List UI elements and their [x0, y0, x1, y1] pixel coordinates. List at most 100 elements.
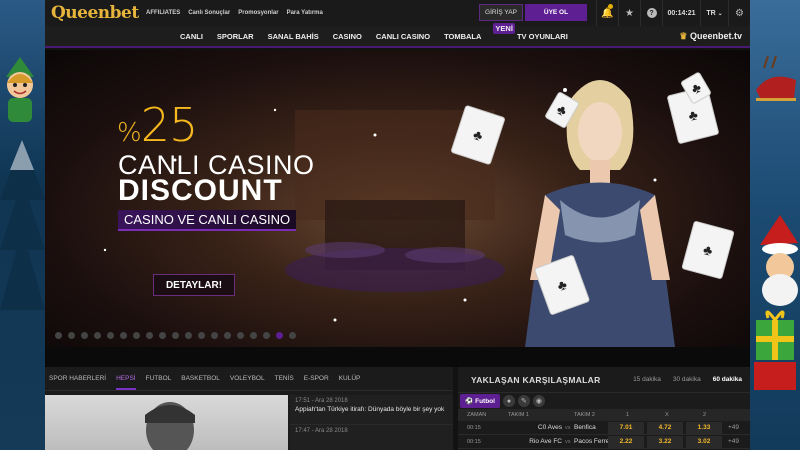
news-time: 17:51 - Ara 28 2018: [295, 398, 348, 404]
tab-tennis[interactable]: TENİS: [275, 375, 294, 382]
slider-dot[interactable]: [211, 332, 218, 339]
col-x: X: [665, 412, 669, 418]
clock: 00:14:21: [662, 0, 700, 26]
nav-tv-games[interactable]: TV OYUNLARI: [517, 32, 568, 41]
volleyball-icon[interactable]: ◉: [532, 395, 545, 407]
match-team1: C0 Aves: [537, 424, 562, 431]
slider-dot[interactable]: [159, 332, 166, 339]
slider-dot[interactable]: [276, 332, 283, 339]
filter-60[interactable]: 60 dakika: [713, 376, 742, 383]
odd-1[interactable]: 7.01: [608, 421, 644, 434]
news-tabs: SPOR HABERLERİ HEPSİ FUTBOL BASKETBOL VO…: [45, 367, 453, 391]
slider-dot[interactable]: [237, 332, 244, 339]
tab-club[interactable]: KULÜP: [339, 375, 361, 382]
slider-dot[interactable]: [146, 332, 153, 339]
upcoming-matches-panel: YAKLAŞAN KARŞILAŞMALAR 15 dakika 30 daki…: [458, 367, 750, 450]
slider-dot[interactable]: [263, 332, 270, 339]
more-markets[interactable]: +49: [728, 438, 739, 445]
filter-15[interactable]: 15 dakika: [633, 376, 661, 383]
tab-basketball[interactable]: BASKETBOL: [181, 375, 220, 382]
main-nav: CANLI SPORLAR SANAL BAHİS CASINO CANLI C…: [45, 22, 750, 48]
odd-1[interactable]: 2.22: [608, 435, 644, 448]
match-vs: vs: [565, 438, 571, 445]
tennis-icon[interactable]: ✎: [517, 395, 530, 407]
col-time: ZAMAN: [467, 412, 487, 418]
soccer-ball-icon: ⚽: [465, 398, 474, 405]
slider-dot[interactable]: [250, 332, 257, 339]
snowy-tree-decoration: [0, 140, 45, 310]
nav-virtual[interactable]: SANAL BAHİS: [268, 32, 319, 41]
language-select[interactable]: TR ⌄: [700, 0, 728, 26]
auth-buttons: GİRİŞ YAP ÜYE OL: [479, 4, 587, 21]
gear-icon[interactable]: ⚙: [728, 0, 750, 26]
tab-esports[interactable]: E-SPOR: [304, 375, 329, 382]
link-affiliates[interactable]: AFFILIATES: [146, 10, 180, 16]
link-live-results[interactable]: Canlı Sonuçlar: [188, 10, 230, 16]
elf-decoration: [6, 57, 34, 122]
new-badge: YENİ: [493, 22, 515, 34]
tab-sports-news[interactable]: SPOR HABERLERİ: [49, 375, 106, 382]
col-1: 1: [626, 412, 630, 418]
slider-dot[interactable]: [224, 332, 231, 339]
tab-football[interactable]: FUTBOL: [146, 375, 172, 382]
hero-line3: CASINO VE CANLI CASINO: [118, 210, 297, 231]
slider-dot[interactable]: [289, 332, 296, 339]
slider-dot[interactable]: [198, 332, 205, 339]
tab-futbol[interactable]: ⚽ Futbol: [460, 394, 500, 408]
news-photo[interactable]: [45, 395, 288, 450]
slider-dot[interactable]: [107, 332, 114, 339]
news-item[interactable]: 17:51 - Ara 28 2018 Appiah'tan Türkiye i…: [290, 395, 453, 425]
news-list: 17:51 - Ara 28 2018 Appiah'tan Türkiye i…: [290, 395, 453, 450]
slider-dot[interactable]: [172, 332, 179, 339]
details-button[interactable]: DETAYLAR!: [153, 274, 235, 296]
odd-x[interactable]: 4.72: [647, 421, 683, 434]
nav-live[interactable]: CANLI: [180, 32, 203, 41]
player-photo: [145, 402, 195, 450]
news-time: 17:47 - Ara 28 2018: [295, 428, 348, 434]
login-button[interactable]: GİRİŞ YAP: [479, 4, 523, 21]
link-promotions[interactable]: Promosyonlar: [238, 10, 278, 16]
register-button[interactable]: ÜYE OL: [525, 4, 587, 21]
top-links: AFFILIATES Canlı Sonuçlar Promosyonlar P…: [146, 10, 323, 16]
star-icon[interactable]: ★: [618, 0, 640, 26]
match-row[interactable]: 00:15 C0 Aves vs Benfica 7.01 4.72 1.33 …: [458, 421, 750, 435]
link-deposit[interactable]: Para Yatırma: [287, 10, 323, 16]
top-bar: Queenbet AFFILIATES Canlı Sonuçlar Promo…: [45, 0, 750, 26]
matches-header: YAKLAŞAN KARŞILAŞMALAR 15 dakika 30 daki…: [458, 367, 750, 393]
hero-line2: DISCOUNT: [118, 174, 283, 207]
match-row[interactable]: 00:15 Rio Ave FC vs Pacos Ferreira 2.22 …: [458, 435, 750, 449]
nav-casino[interactable]: CASINO: [333, 32, 362, 41]
sport-tabs: ⚽ Futbol ● ✎ ◉: [458, 393, 750, 409]
queenbet-tv-logo[interactable]: ♛ Queenbet.tv: [679, 31, 742, 42]
tab-volleyball[interactable]: VOLEYBOL: [230, 375, 265, 382]
nav-live-casino[interactable]: CANLI CASINO: [376, 32, 430, 41]
slider-dot[interactable]: [120, 332, 127, 339]
odd-2[interactable]: 3.02: [686, 435, 722, 448]
bell-icon[interactable]: 🔔: [596, 0, 618, 26]
queenbet-logo[interactable]: Queenbet: [45, 0, 140, 26]
percent-sign: %: [117, 118, 142, 148]
filter-30[interactable]: 30 dakika: [673, 376, 701, 383]
help-icon[interactable]: ?: [640, 0, 662, 26]
slider-dot[interactable]: [185, 332, 192, 339]
gift-box-decoration: [754, 310, 796, 390]
hero-banner[interactable]: %25 CANLI CASINO DISCOUNT CASINO VE CANL…: [45, 50, 750, 347]
news-item[interactable]: 17:47 - Ara 28 2018: [290, 425, 453, 450]
tab-all[interactable]: HEPSİ: [116, 375, 136, 390]
match-team2: Benfica: [574, 424, 596, 431]
slider-dots: [55, 332, 296, 339]
nav-tombala[interactable]: TOMBALA YENİ: [444, 22, 515, 41]
slider-dot[interactable]: [133, 332, 140, 339]
basketball-icon[interactable]: ●: [502, 395, 515, 407]
slider-dot[interactable]: [68, 332, 75, 339]
nav-sports[interactable]: SPORLAR: [217, 32, 254, 41]
more-markets[interactable]: +49: [728, 424, 739, 431]
odd-2[interactable]: 1.33: [686, 421, 722, 434]
slider-dot[interactable]: [55, 332, 62, 339]
slider-dot[interactable]: [94, 332, 101, 339]
crown-icon: ♛: [679, 30, 688, 41]
matches-columns: ZAMAN TAKIM 1 TAKIM 2 1 X 2: [458, 409, 750, 421]
discount-percent: %25: [117, 98, 198, 152]
odd-x[interactable]: 3.22: [647, 435, 683, 448]
slider-dot[interactable]: [81, 332, 88, 339]
